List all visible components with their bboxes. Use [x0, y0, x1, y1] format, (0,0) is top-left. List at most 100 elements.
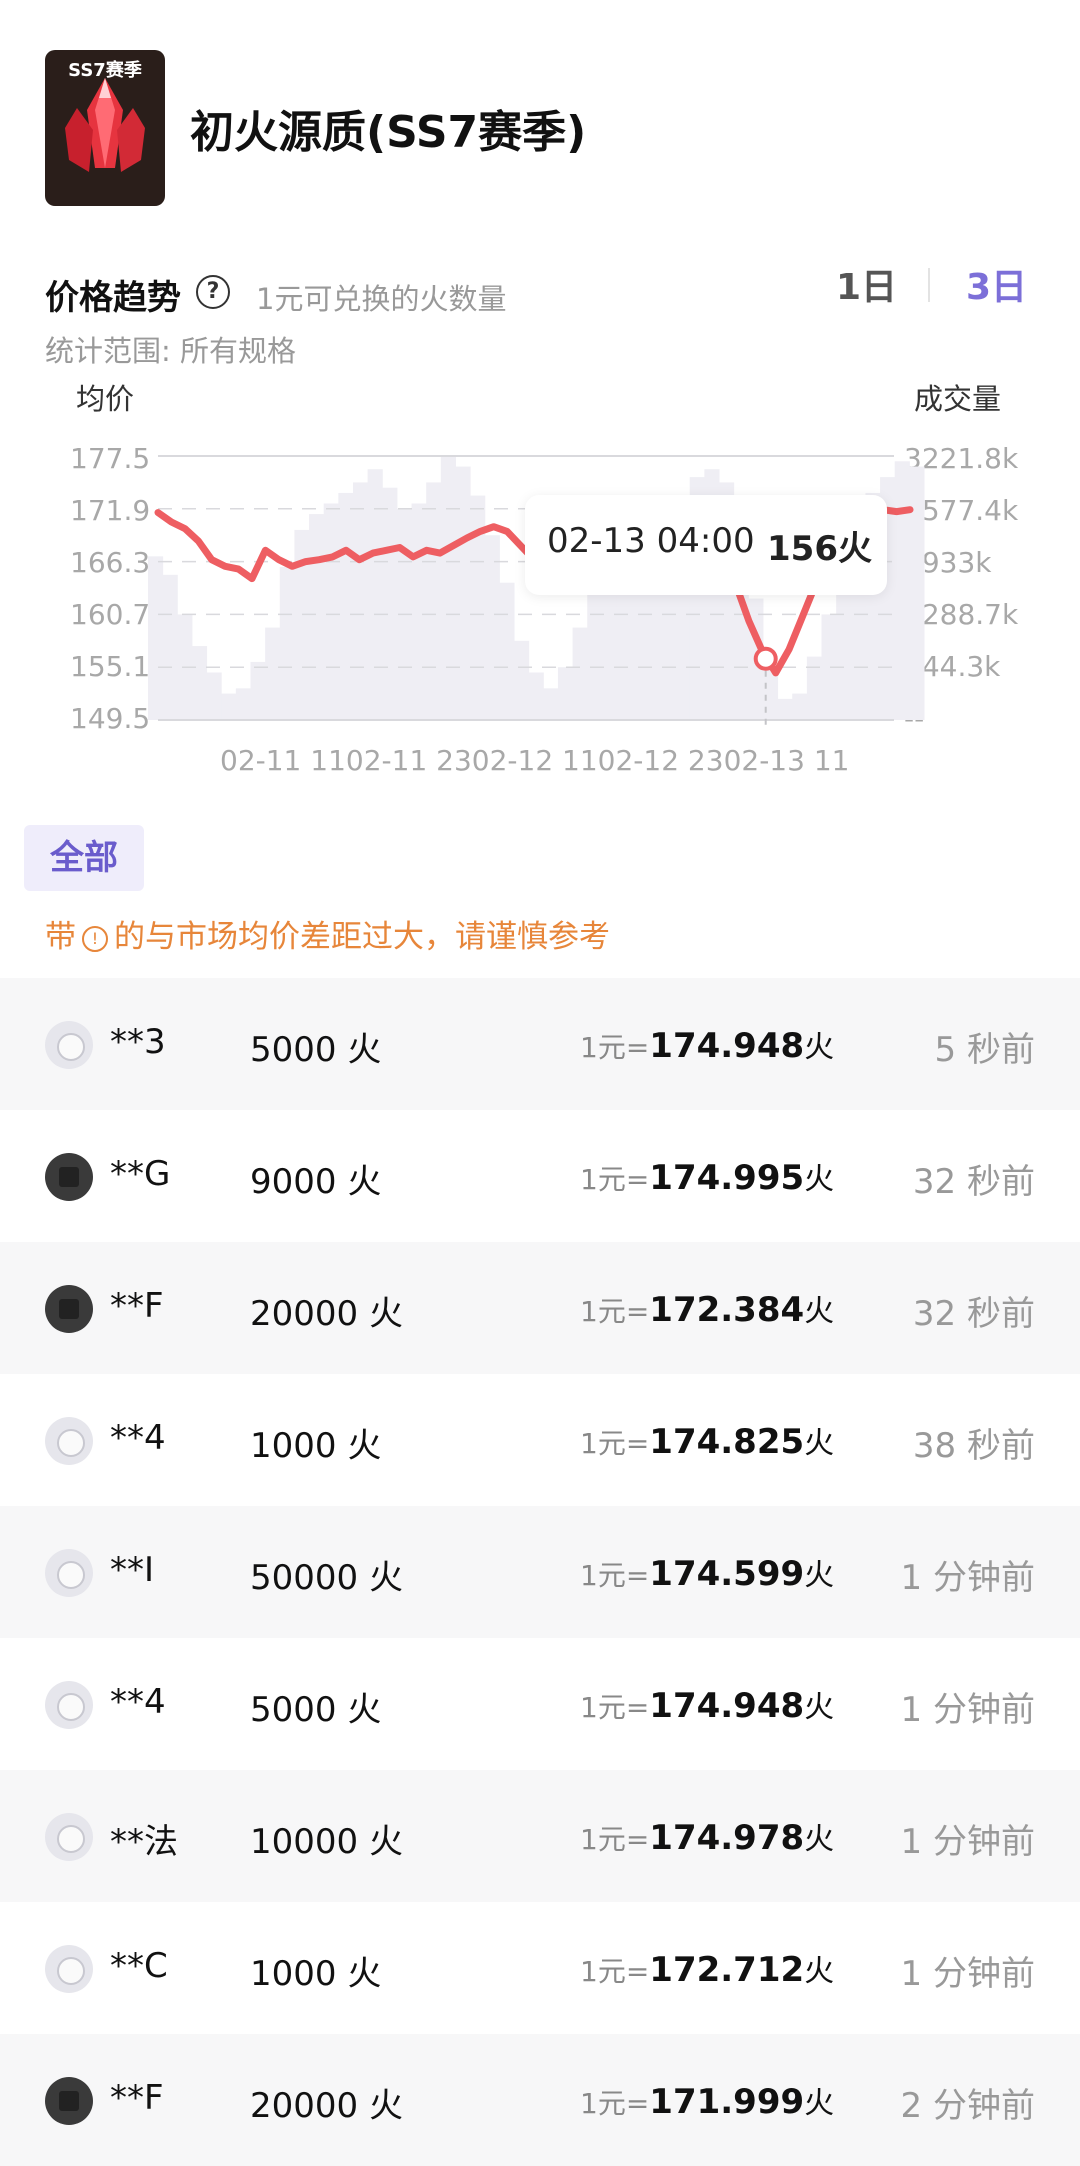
avatar — [45, 1153, 93, 1201]
nickname: **4 — [110, 1418, 166, 1458]
volume-bar — [323, 503, 339, 720]
volume-bar — [455, 466, 471, 720]
trend-subtitle: 1元可兑换的火数量 — [256, 282, 507, 316]
info-circle-icon: ! — [82, 925, 108, 952]
volume-bar — [557, 667, 574, 720]
volume-bar — [250, 661, 266, 720]
warning-suffix: 的与市场均价差距过大，请谨慎参考 — [114, 919, 610, 955]
rate: 1元=172.712火 — [580, 1950, 835, 1990]
rate: 1元=172.384火 — [580, 1290, 835, 1330]
volume-bar — [426, 482, 442, 720]
amount: 5000 火 — [250, 1030, 382, 1070]
nickname: **C — [110, 1946, 168, 1986]
left-axis-title: 均价 — [76, 382, 135, 416]
volume-bar — [148, 556, 164, 720]
avatar — [45, 1549, 93, 1597]
list-item[interactable]: **法 10000 火 1元=174.978火 1 分钟前 — [0, 1770, 1080, 1902]
volume-bar — [338, 492, 354, 720]
warning-prefix: 带 — [45, 919, 76, 955]
product-title: 初火源质(SS7赛季) — [190, 107, 587, 158]
volume-bar — [543, 688, 559, 720]
trade-time: 1 分钟前 — [900, 1954, 1035, 1994]
trade-time: 32 秒前 — [912, 1162, 1035, 1202]
trade-time: 1 分钟前 — [900, 1558, 1035, 1598]
volume-bar — [792, 693, 808, 720]
amount: 20000 火 — [250, 2086, 403, 2126]
nickname: **F — [110, 2078, 164, 2118]
filter-all[interactable]: 全部 — [24, 825, 144, 891]
rate: 1元=174.948火 — [580, 1686, 835, 1726]
trade-list: **3 5000 火 1元=174.948火 5 秒前 **G 9000 火 1… — [0, 978, 1080, 2166]
amount: 5000 火 — [250, 1690, 382, 1730]
volume-bar — [909, 466, 925, 720]
nickname: **G — [110, 1154, 171, 1194]
amount: 50000 火 — [250, 1558, 403, 1598]
volume-bar — [235, 688, 251, 720]
trend-title: 价格趋势 — [45, 278, 181, 318]
volume-bar — [367, 469, 383, 720]
product-header: SS7赛季 初火源质(SS7赛季) — [0, 0, 1080, 230]
volume-bar — [587, 574, 603, 720]
volume-bar — [221, 693, 237, 720]
volume-bar — [352, 482, 369, 720]
avatar — [45, 1417, 93, 1465]
volume-bar — [499, 582, 515, 720]
volume-bar — [806, 656, 823, 720]
volume-bar — [309, 514, 325, 720]
nickname: **3 — [110, 1022, 166, 1062]
avatar — [45, 1945, 93, 1993]
trade-time: 32 秒前 — [912, 1294, 1035, 1334]
avatar — [45, 2077, 93, 2125]
tab-1d[interactable]: 1日 — [836, 258, 897, 310]
amount: 9000 火 — [250, 1162, 382, 1202]
amount: 1000 火 — [250, 1426, 382, 1466]
question-circle-icon[interactable]: ? — [196, 275, 230, 309]
warning-text: 带! 的与市场均价差距过大，请谨慎参考 — [45, 911, 610, 956]
list-item[interactable]: **F 20000 火 1元=172.384火 32 秒前 — [0, 1242, 1080, 1374]
nickname: **I — [110, 1550, 155, 1590]
avatar — [45, 1021, 93, 1069]
list-item[interactable]: **G 9000 火 1元=174.995火 32 秒前 — [0, 1110, 1080, 1242]
rate: 1元=174.825火 — [580, 1422, 835, 1462]
volume-bar — [572, 627, 588, 720]
list-item[interactable]: **3 5000 火 1元=174.948火 5 秒前 — [0, 978, 1080, 1110]
volume-bar — [777, 698, 793, 720]
volume-bar — [411, 503, 427, 720]
volume-bar — [514, 640, 530, 720]
volume-bar — [440, 456, 456, 720]
season-badge: SS7赛季 — [68, 60, 142, 81]
list-item[interactable]: **4 1000 火 1元=174.825火 38 秒前 — [0, 1374, 1080, 1506]
volume-bar — [265, 627, 281, 720]
stat-scope: 统计范围: 所有规格 — [45, 334, 296, 368]
list-item[interactable]: **C 1000 火 1元=172.712火 1 分钟前 — [0, 1902, 1080, 2034]
amount: 10000 火 — [250, 1822, 403, 1862]
avatar — [45, 1813, 93, 1861]
volume-bar — [484, 535, 500, 720]
rate: 1元=174.599火 — [580, 1554, 835, 1594]
list-item[interactable]: **I 50000 火 1元=174.599火 1 分钟前 — [0, 1506, 1080, 1638]
product-image: SS7赛季 — [45, 50, 165, 206]
trade-time: 38 秒前 — [912, 1426, 1035, 1466]
rate: 1元=174.948火 — [580, 1026, 835, 1066]
volume-bar — [162, 574, 178, 720]
rate: 1元=174.995火 — [580, 1158, 835, 1198]
volume-bar — [279, 566, 295, 720]
volume-bar — [528, 672, 544, 720]
volume-bar — [191, 646, 208, 720]
list-item[interactable]: **4 5000 火 1元=174.948火 1 分钟前 — [0, 1638, 1080, 1770]
right-axis-title: 成交量 — [914, 382, 1002, 416]
tooltip-value: 156火 — [767, 529, 872, 569]
nickname: **法 — [110, 1822, 178, 1862]
trade-time: 2 分钟前 — [900, 2086, 1035, 2126]
amount: 1000 火 — [250, 1954, 382, 1994]
volume-bar — [894, 461, 910, 720]
avatar — [45, 1681, 93, 1729]
tab-divider — [928, 268, 930, 302]
tab-3d[interactable]: 3日 — [966, 258, 1027, 310]
x-tick-line: 02-11 1102-11 2302-12 1102-12 2302-13 11 — [220, 744, 850, 777]
list-item[interactable]: **F 20000 火 1元=171.999火 2 分钟前 — [0, 2034, 1080, 2166]
rate: 1元=174.978火 — [580, 1818, 835, 1858]
trade-time: 1 分钟前 — [900, 1822, 1035, 1862]
avatar — [45, 1285, 93, 1333]
nickname: **F — [110, 1286, 164, 1326]
